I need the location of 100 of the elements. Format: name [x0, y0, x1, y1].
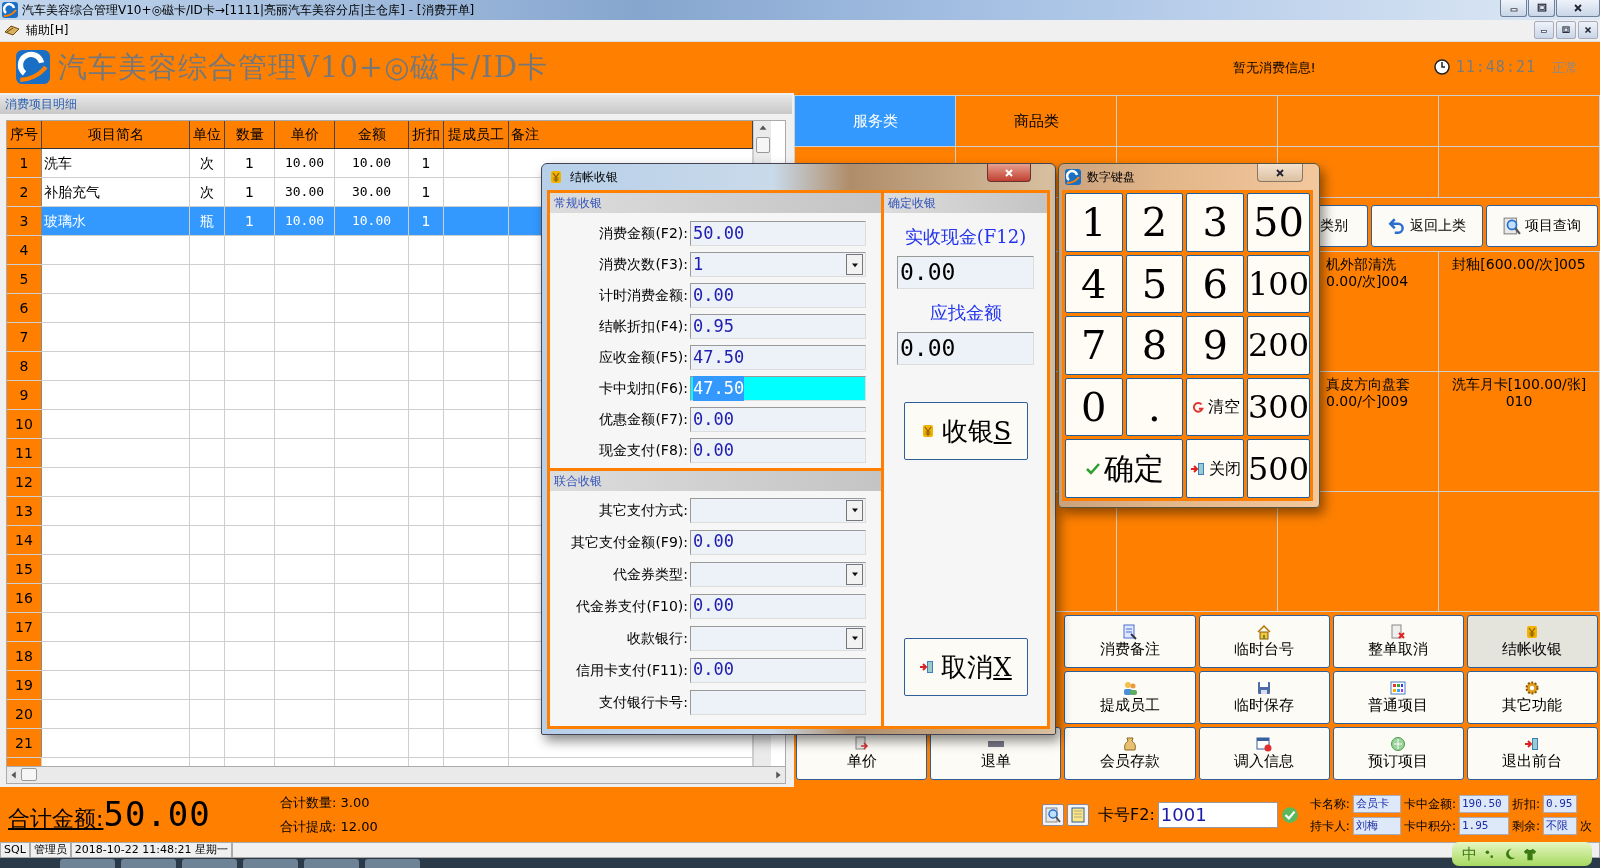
- close-button[interactable]: [1257, 164, 1303, 182]
- dropdown-field[interactable]: 1: [690, 252, 866, 277]
- notepad-icon: [1070, 806, 1087, 823]
- keypad-key[interactable]: 4: [1065, 254, 1123, 314]
- row-number: 12: [7, 467, 42, 496]
- close-button[interactable]: [987, 164, 1031, 182]
- keypad-key[interactable]: 1: [1065, 193, 1123, 252]
- keypad-key[interactable]: 确定: [1065, 439, 1184, 498]
- close-button[interactable]: [1556, 0, 1600, 17]
- input-field[interactable]: 47.50: [690, 345, 866, 370]
- row-number: 6: [7, 293, 42, 322]
- keypad-key[interactable]: 3: [1186, 193, 1244, 252]
- row-number: 18: [7, 641, 42, 670]
- field-label: 优惠金额(F7):: [598, 410, 689, 429]
- app-title: 汽车美容综合管理V10+◎磁卡/ID卡: [58, 48, 548, 86]
- input-mode-label[interactable]: 中: [1462, 842, 1477, 866]
- list-button[interactable]: [1067, 803, 1090, 826]
- item-name: 洗车月卡[100.00/张] 010: [1451, 374, 1587, 411]
- menu-item[interactable]: 辅助[H]: [26, 21, 69, 40]
- card-number-field[interactable]: 1001: [1157, 801, 1278, 828]
- function-button[interactable]: 消费备注: [1064, 614, 1196, 668]
- input-field[interactable]: 0.00: [690, 529, 866, 555]
- column-header: 单价: [275, 120, 335, 148]
- category-tab[interactable]: 商品类: [956, 95, 1116, 146]
- function-button[interactable]: 提成员工: [1064, 670, 1196, 724]
- input-field[interactable]: 50.00: [690, 221, 866, 246]
- toolbar-button[interactable]: 返回上类: [1371, 204, 1483, 247]
- item-tile[interactable]: 洗车月卡[100.00/张] 010: [1439, 371, 1599, 491]
- clock-icon: [1433, 59, 1450, 76]
- keypad-key[interactable]: 7: [1065, 316, 1123, 375]
- app-logo-icon: [1065, 169, 1081, 185]
- item-tile[interactable]: [1439, 491, 1599, 611]
- item-tile[interactable]: 封釉[600.00/次]005: [1439, 251, 1599, 371]
- status-text: 正常: [1552, 58, 1578, 77]
- field-label: 持卡人:: [1309, 817, 1350, 835]
- function-button[interactable]: 整单取消: [1332, 614, 1464, 668]
- input-field[interactable]: 0.95: [690, 314, 866, 339]
- exit-icon: [1189, 460, 1206, 477]
- keypad-key[interactable]: 200: [1246, 316, 1310, 375]
- keypad-key[interactable]: 500: [1246, 439, 1310, 498]
- keypad-key[interactable]: 5: [1125, 254, 1184, 314]
- minimize-button[interactable]: [1500, 0, 1527, 17]
- dropdown-field[interactable]: [690, 561, 866, 587]
- keypad-key[interactable]: 50: [1246, 193, 1310, 252]
- document-arrow-icon: [853, 736, 870, 753]
- maximize-button[interactable]: [1528, 0, 1555, 17]
- cash-field[interactable]: 0.00: [897, 256, 1034, 289]
- function-button[interactable]: 会员存款: [1064, 726, 1196, 780]
- function-button[interactable]: 临时台号: [1198, 614, 1330, 668]
- input-field[interactable]: 0.00: [690, 283, 866, 308]
- function-button[interactable]: 调入信息: [1198, 726, 1330, 780]
- toolbar-button[interactable]: 类别: [1320, 204, 1368, 247]
- dropdown-field[interactable]: [690, 497, 866, 523]
- function-button[interactable]: 普通项目: [1332, 670, 1464, 724]
- input-field[interactable]: 0.00: [690, 407, 866, 432]
- keypad-key[interactable]: 9: [1186, 316, 1244, 375]
- function-button[interactable]: 临时保存: [1198, 670, 1330, 724]
- scroll-thumb[interactable]: [21, 768, 37, 782]
- keypad-key[interactable]: 2: [1125, 193, 1184, 252]
- keypad-key[interactable]: 6: [1186, 254, 1244, 314]
- save-icon: [1256, 680, 1273, 697]
- toolbar-button[interactable]: 项目查询: [1486, 204, 1598, 247]
- minimize-button[interactable]: [1534, 21, 1554, 40]
- keypad-key[interactable]: .: [1125, 377, 1184, 437]
- keypad-key[interactable]: 8: [1125, 316, 1184, 375]
- restore-button[interactable]: [1556, 21, 1576, 40]
- keypad-key[interactable]: 300: [1246, 377, 1310, 437]
- people-icon: [1121, 680, 1138, 697]
- function-button[interactable]: 退出前台: [1466, 726, 1598, 780]
- checkout-button[interactable]: 收银S: [903, 402, 1028, 460]
- row-number: 9: [7, 380, 42, 409]
- input-method-bar[interactable]: 中: [1452, 842, 1592, 866]
- gear-icon: [1524, 680, 1541, 697]
- item-tile[interactable]: [1278, 491, 1438, 611]
- input-field[interactable]: 0.00: [690, 657, 866, 683]
- panel-title: 消费项目明细: [0, 94, 792, 114]
- row-number: 10: [7, 409, 42, 438]
- close-button[interactable]: [1578, 21, 1598, 40]
- change-field[interactable]: 0.00: [897, 332, 1034, 365]
- field-label: 代金券类型:: [612, 564, 689, 584]
- function-button[interactable]: 结帐收银: [1466, 614, 1598, 668]
- check-circle-icon: [1280, 805, 1299, 824]
- input-field[interactable]: 0.00: [690, 438, 866, 463]
- scroll-thumb[interactable]: [755, 136, 770, 153]
- function-button[interactable]: 预订项目: [1332, 726, 1464, 780]
- field-label: 其它支付金额(F9):: [570, 532, 689, 552]
- keypad-key[interactable]: 关闭: [1186, 439, 1244, 498]
- search-button[interactable]: [1042, 803, 1065, 826]
- function-button[interactable]: 其它功能: [1466, 670, 1598, 724]
- keypad-key[interactable]: 清空: [1186, 377, 1244, 437]
- keypad-key[interactable]: 100: [1246, 254, 1310, 314]
- input-field[interactable]: [690, 689, 866, 715]
- cancel-button[interactable]: 取消X: [903, 638, 1028, 696]
- input-field[interactable]: 0.00: [690, 593, 866, 619]
- row-number: 13: [7, 496, 42, 525]
- exit-icon: [919, 659, 936, 675]
- keypad-key[interactable]: 0: [1065, 377, 1123, 437]
- dropdown-field[interactable]: [690, 625, 866, 651]
- status-cell: SQL: [0, 842, 30, 858]
- search-icon: [1045, 806, 1062, 823]
